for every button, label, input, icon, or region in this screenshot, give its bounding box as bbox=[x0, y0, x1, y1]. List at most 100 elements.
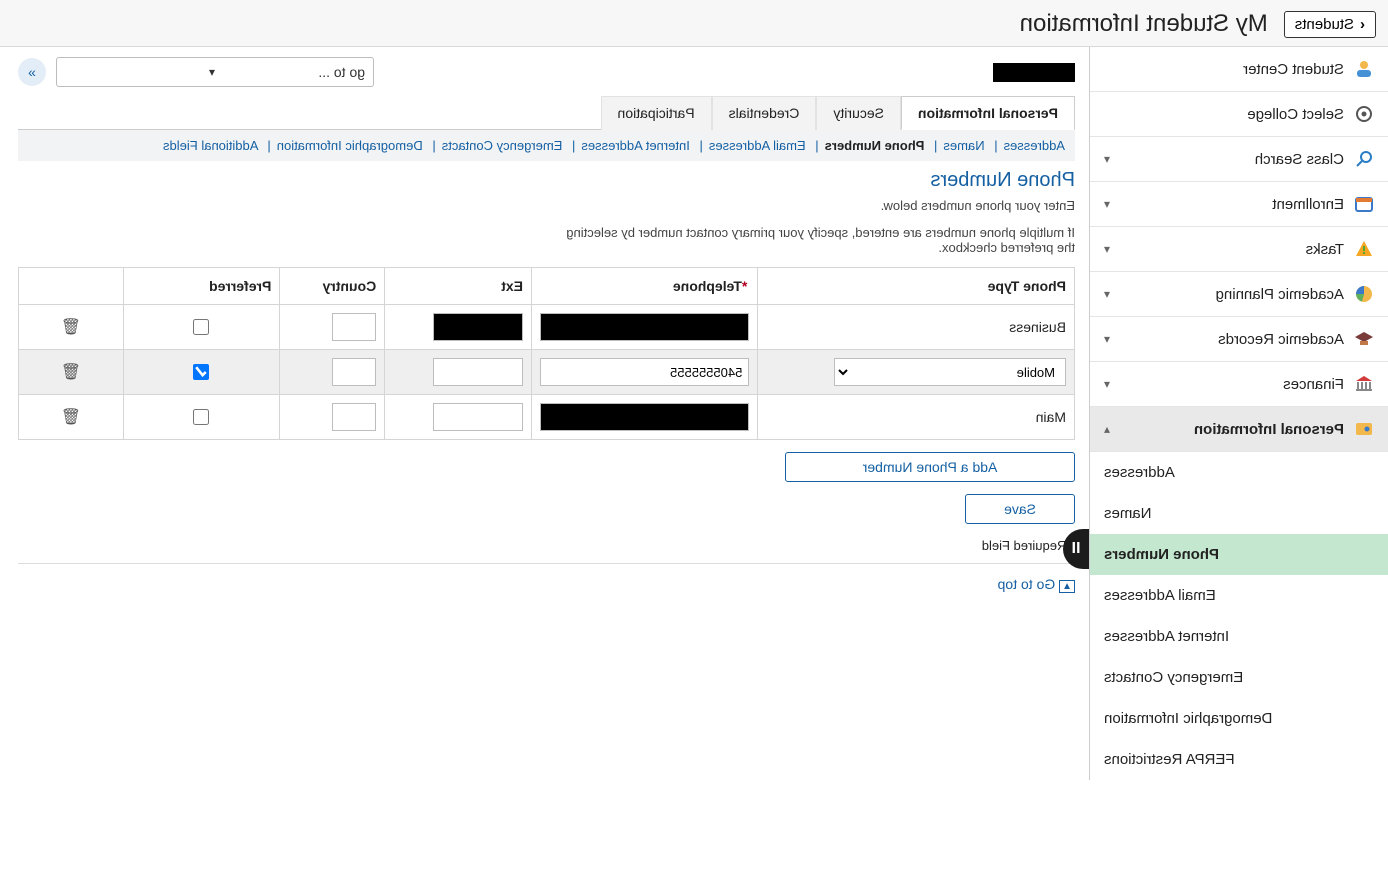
calendar-icon bbox=[1354, 194, 1374, 214]
phones-table: Phone Type *Telephone Ext Country Prefer… bbox=[18, 267, 1075, 440]
go-to-top-link[interactable]: Go to top bbox=[998, 576, 1056, 592]
tab-participation[interactable]: Participation bbox=[601, 96, 712, 130]
telephone-input[interactable] bbox=[540, 403, 749, 431]
delete-row-button[interactable]: 🗑 bbox=[55, 361, 87, 383]
tab-bar: Personal Information Security Credential… bbox=[18, 95, 1075, 130]
sidebar-subitem-ferpa-restrictions[interactable]: FERPA Restrictions bbox=[1090, 739, 1388, 780]
bank-icon bbox=[1354, 374, 1374, 394]
go-to-dropdown[interactable]: go to ... ▾ bbox=[56, 57, 374, 87]
sidebar-subitem-emergency-contacts[interactable]: Emergency Contacts bbox=[1090, 657, 1388, 698]
crumb-email-addresses[interactable]: Email Addresses bbox=[709, 138, 806, 153]
sidebar-subitem-label: Addresses bbox=[1104, 464, 1175, 481]
sidebar-subitem-label: FERPA Restrictions bbox=[1104, 751, 1235, 768]
tab-label: Credentials bbox=[729, 105, 800, 121]
go-top-label: Go to top bbox=[998, 576, 1056, 592]
telephone-input[interactable] bbox=[540, 358, 749, 386]
sidebar-item-student-center[interactable]: Student Center bbox=[1090, 47, 1388, 92]
ext-input[interactable] bbox=[433, 403, 523, 431]
sidebar-subitem-internet-addresses[interactable]: Internet Addresses bbox=[1090, 616, 1388, 657]
preferred-checkbox[interactable] bbox=[193, 409, 209, 425]
required-field-note: * Required Field bbox=[18, 538, 1075, 564]
sidebar-subitem-demographic-information[interactable]: Demographic Information bbox=[1090, 698, 1388, 739]
phone-type-select[interactable]: Mobile bbox=[834, 358, 1066, 386]
sidebar-subitem-addresses[interactable]: Addresses bbox=[1090, 452, 1388, 493]
sidebar-item-class-search[interactable]: Class Search ▾ bbox=[1090, 137, 1388, 182]
chevron-down-icon: ▾ bbox=[1104, 242, 1110, 256]
sidebar-item-select-college[interactable]: Select College bbox=[1090, 92, 1388, 137]
add-phone-number-button[interactable]: Add a Phone Number bbox=[785, 452, 1075, 482]
preferred-checkbox[interactable] bbox=[193, 319, 209, 335]
country-input[interactable] bbox=[332, 358, 376, 386]
th-country: Country bbox=[280, 268, 385, 305]
sidebar-subitem-label: Names bbox=[1104, 505, 1152, 522]
telephone-input[interactable] bbox=[540, 313, 749, 341]
crumb-addresses[interactable]: Addresses bbox=[1004, 138, 1065, 153]
delete-row-button[interactable]: 🗑 bbox=[55, 316, 87, 338]
tab-label: Security bbox=[833, 105, 884, 121]
sidebar-item-label: Finances bbox=[1120, 376, 1344, 393]
ext-input[interactable] bbox=[433, 358, 523, 386]
back-students-button[interactable]: ‹ Students bbox=[1284, 11, 1376, 38]
trash-icon: 🗑 bbox=[61, 364, 81, 381]
crumb-emergency-contacts[interactable]: Emergency Contacts bbox=[442, 138, 563, 153]
sidebar-item-academic-planning[interactable]: Academic Planning ▾ bbox=[1090, 272, 1388, 317]
sidebar-item-enrollment[interactable]: Enrollment ▾ bbox=[1090, 182, 1388, 227]
table-row: Business 🗑 bbox=[19, 305, 1075, 350]
save-label: Save bbox=[1004, 501, 1036, 517]
sidebar-subitem-email-addresses[interactable]: Email Addresses bbox=[1090, 575, 1388, 616]
sidebar-item-label: Tasks bbox=[1120, 241, 1344, 258]
sidebar-item-label: Student Center bbox=[1126, 61, 1344, 78]
preferred-checkbox[interactable] bbox=[193, 364, 209, 380]
sidebar-subitem-label: Emergency Contacts bbox=[1104, 669, 1243, 686]
tab-personal-information[interactable]: Personal Information bbox=[901, 96, 1075, 130]
warning-icon bbox=[1354, 239, 1374, 259]
sidebar-subitem-names[interactable]: Names bbox=[1090, 493, 1388, 534]
go-to-label: go to ... bbox=[215, 64, 365, 80]
crumb-demographic-information[interactable]: Demographic Information bbox=[277, 138, 423, 153]
pie-chart-icon bbox=[1354, 284, 1374, 304]
tab-label: Personal Information bbox=[918, 105, 1058, 121]
sidebar-item-label: Select College bbox=[1126, 106, 1344, 123]
th-telephone: *Telephone bbox=[532, 268, 758, 305]
sidebar: Student Center Select College Class Sear… bbox=[1089, 47, 1388, 780]
th-delete bbox=[19, 268, 124, 305]
search-icon bbox=[1354, 149, 1374, 169]
pause-icon: II bbox=[1072, 540, 1081, 558]
double-chevron-right-icon: » bbox=[28, 64, 36, 80]
chevron-down-icon: ▾ bbox=[65, 65, 215, 79]
delete-row-button[interactable]: 🗑 bbox=[55, 406, 87, 428]
sidebar-item-tasks[interactable]: Tasks ▾ bbox=[1090, 227, 1388, 272]
add-phone-label: Add a Phone Number bbox=[863, 459, 998, 475]
sidebar-item-label: Personal Information bbox=[1120, 421, 1344, 438]
country-input[interactable] bbox=[332, 313, 376, 341]
chevron-down-icon: ▾ bbox=[1104, 197, 1110, 211]
crumb-additional-fields[interactable]: Additional Fields bbox=[163, 138, 258, 153]
tab-credentials[interactable]: Credentials bbox=[712, 96, 817, 130]
ext-input[interactable] bbox=[433, 313, 523, 341]
chevron-down-icon: ▾ bbox=[1104, 332, 1110, 346]
th-preferred: Preferred bbox=[123, 268, 280, 305]
sidebar-item-academic-records[interactable]: Academic Records ▾ bbox=[1090, 317, 1388, 362]
th-ext: Ext bbox=[385, 268, 532, 305]
crumb-names[interactable]: Names bbox=[943, 138, 984, 153]
country-input[interactable] bbox=[332, 403, 376, 431]
sidebar-item-personal-information[interactable]: Personal Information ▴ bbox=[1090, 407, 1388, 452]
table-row: Main 🗑 bbox=[19, 395, 1075, 440]
trash-icon: 🗑 bbox=[61, 319, 81, 336]
chevron-up-icon: ▴ bbox=[1104, 422, 1110, 436]
chevron-down-icon: ▾ bbox=[1104, 287, 1110, 301]
trash-icon: 🗑 bbox=[61, 409, 81, 426]
student-name-redacted bbox=[993, 63, 1075, 82]
save-button[interactable]: Save bbox=[965, 494, 1075, 524]
tab-security[interactable]: Security bbox=[816, 96, 901, 130]
sidebar-subitem-phone-numbers[interactable]: Phone Numbers bbox=[1090, 534, 1388, 575]
chevron-left-icon: ‹ bbox=[1360, 16, 1365, 33]
go-top-icon: ▲ bbox=[1059, 580, 1075, 593]
go-to-button[interactable]: » bbox=[18, 58, 46, 86]
th-phone-type: Phone Type bbox=[758, 268, 1075, 305]
sidebar-item-finances[interactable]: Finances ▾ bbox=[1090, 362, 1388, 407]
crumb-internet-addresses[interactable]: Internet Addresses bbox=[581, 138, 689, 153]
sidebar-subitem-label: Email Addresses bbox=[1104, 587, 1216, 604]
sidebar-item-label: Enrollment bbox=[1120, 196, 1344, 213]
table-row: Mobile 🗑 bbox=[19, 350, 1075, 395]
